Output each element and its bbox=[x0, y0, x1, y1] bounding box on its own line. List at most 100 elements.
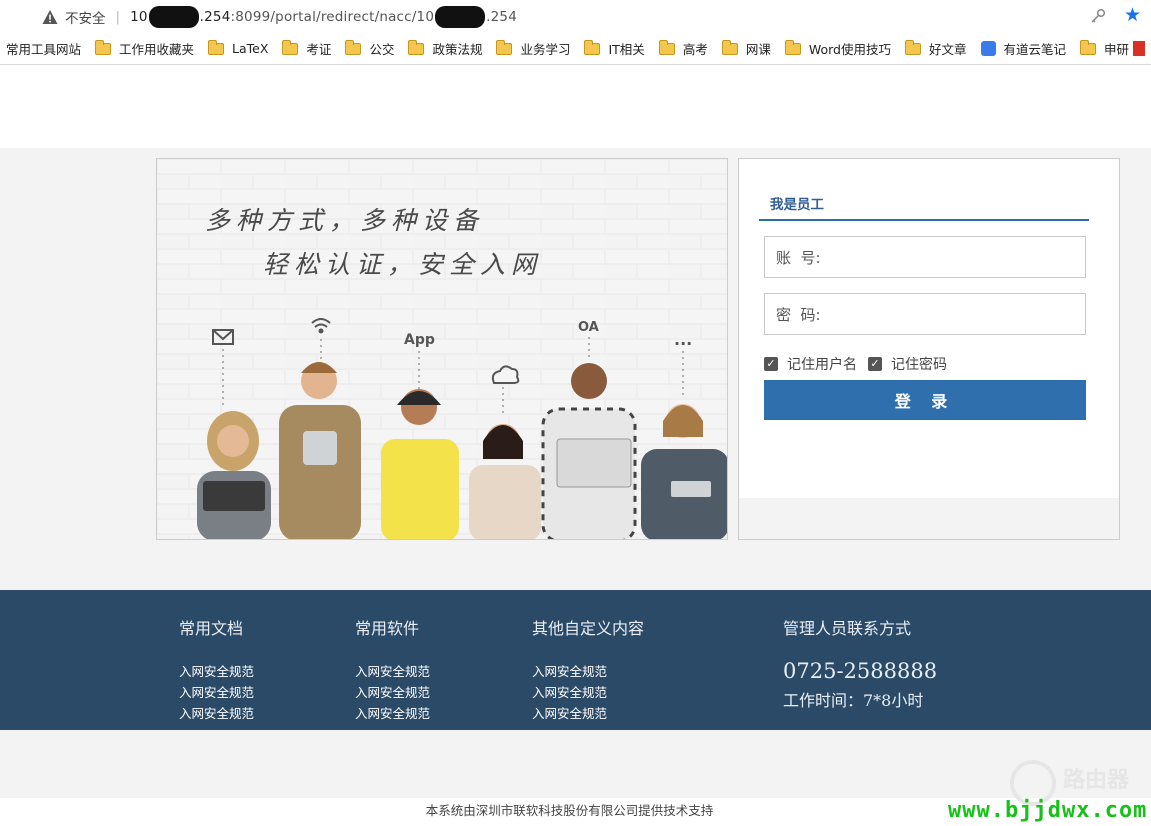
watermark-text: 路由器 bbox=[1063, 768, 1130, 793]
bookmark-item[interactable]: 工作用收藏夹 bbox=[95, 39, 194, 58]
bookmark-label: 公交 bbox=[369, 42, 395, 57]
bookmark-item[interactable]: 申研 bbox=[1080, 39, 1146, 58]
password-input[interactable] bbox=[820, 294, 1085, 334]
credit-text: 本系统由深圳市联软科技股份有限公司提供技术支持 bbox=[425, 803, 714, 818]
bookmark-item[interactable]: Word使用技巧 bbox=[784, 39, 891, 58]
password-label: 密 码: bbox=[776, 305, 821, 324]
folder-icon bbox=[904, 39, 921, 55]
footer-column-docs: 常用文档 入网安全规范 入网安全规范 入网安全规范 bbox=[179, 615, 254, 724]
url-path: :8099/portal/redirect/nacc/10 bbox=[230, 8, 435, 25]
bookmark-label: IT相关 bbox=[608, 42, 645, 57]
bookmark-item[interactable]: 业务学习 bbox=[496, 39, 570, 58]
bookmark-item[interactable]: 好文章 bbox=[904, 39, 967, 58]
footer-column-title: 常用文档 bbox=[179, 619, 244, 638]
remember-options: ✓ 记住用户名 ✓ 记住密码 bbox=[764, 354, 958, 374]
youdao-icon bbox=[980, 41, 996, 56]
lower-band bbox=[0, 730, 1151, 798]
address-separator: | bbox=[115, 8, 121, 25]
redaction-mark bbox=[435, 5, 486, 28]
hero-slogan-line2: 轻松认证，安全入网 bbox=[263, 250, 543, 279]
bookmark-star-icon[interactable]: ★ bbox=[1124, 6, 1141, 25]
footer-link[interactable]: 入网安全规范 bbox=[355, 703, 430, 724]
overflow-bookmark-icon[interactable] bbox=[1133, 41, 1146, 56]
footer-link[interactable]: 入网安全规范 bbox=[179, 661, 254, 682]
bookmark-item[interactable]: 网课 bbox=[721, 39, 771, 58]
bookmark-item[interactable]: LaTeX bbox=[208, 39, 269, 56]
remember-username-label[interactable]: 记住用户名 bbox=[787, 354, 857, 374]
footer-link[interactable]: 入网安全规范 bbox=[355, 682, 430, 703]
url-suffix: .254 bbox=[486, 8, 517, 25]
url-prefix: 10 bbox=[130, 8, 148, 25]
more-icon: ··· bbox=[674, 334, 692, 353]
username-field[interactable]: 账 号: bbox=[764, 236, 1086, 278]
login-button[interactable]: 登 录 bbox=[764, 380, 1086, 420]
bookmark-item[interactable]: 有道云笔记 bbox=[980, 39, 1067, 58]
bookmark-label: 网课 bbox=[745, 42, 771, 57]
bookmark-label: 政策法规 bbox=[432, 42, 483, 57]
footer-column-custom: 其他自定义内容 入网安全规范 入网安全规范 入网安全规范 bbox=[532, 615, 644, 724]
address-bar[interactable]: 不安全 | 10.254:8099/portal/redirect/nacc/1… bbox=[0, 0, 1151, 33]
remember-password-label[interactable]: 记住密码 bbox=[891, 354, 947, 374]
login-panel: 我是员工 账 号: 密 码: ✓ 记住用户名 ✓ 记住密码 登 录 bbox=[738, 158, 1120, 540]
bookmark-label: 业务学习 bbox=[520, 42, 571, 57]
folder-icon bbox=[584, 39, 601, 55]
folder-icon bbox=[345, 39, 362, 55]
folder-icon bbox=[784, 39, 801, 55]
bookmark-item[interactable]: 高考 bbox=[658, 39, 708, 58]
footer-link[interactable]: 入网安全规范 bbox=[532, 703, 644, 724]
remember-username-checkbox[interactable]: ✓ bbox=[764, 357, 778, 371]
footer-link[interactable]: 入网安全规范 bbox=[532, 661, 644, 682]
username-input[interactable] bbox=[820, 237, 1085, 277]
hero-slogan-line1: 多种方式，多种设备 bbox=[205, 206, 485, 235]
folder-icon bbox=[95, 39, 112, 55]
watermark-url: www.bjjdwx.com bbox=[948, 798, 1148, 823]
folder-icon bbox=[658, 39, 675, 55]
bookmark-item[interactable]: IT相关 bbox=[584, 39, 645, 58]
bookmark-label: 好文章 bbox=[928, 42, 967, 57]
folder-icon bbox=[721, 39, 738, 55]
hero-image: App OA ··· 多种方式，多种设备 轻松认证，安全入网 bbox=[156, 158, 728, 540]
folder-icon bbox=[208, 39, 225, 55]
bookmark-item[interactable]: 常用工具网站 bbox=[6, 39, 81, 58]
bookmarks-bar: 常用工具网站 工作用收藏夹 LaTeX 考证 公交 政策法规 业务学习 IT相关… bbox=[0, 33, 1151, 65]
folder-icon bbox=[408, 39, 425, 55]
footer-column-title: 其他自定义内容 bbox=[532, 619, 645, 638]
bookmark-label: 考证 bbox=[306, 42, 332, 57]
tab-employee[interactable]: 我是员工 bbox=[759, 185, 1089, 221]
url-text[interactable]: 10.254:8099/portal/redirect/nacc/10.254 bbox=[130, 5, 517, 28]
warning-icon bbox=[42, 9, 58, 24]
username-label: 账 号: bbox=[776, 248, 821, 267]
bookmark-item[interactable]: 考证 bbox=[282, 39, 331, 58]
footer-column-title: 管理人员联系方式 bbox=[783, 619, 912, 638]
footer-column-software: 常用软件 入网安全规范 入网安全规范 入网安全规范 bbox=[355, 615, 430, 724]
panel-footer bbox=[739, 498, 1119, 539]
key-icon[interactable] bbox=[1090, 8, 1106, 24]
footer-link[interactable]: 入网安全规范 bbox=[355, 661, 430, 682]
folder-icon bbox=[282, 39, 299, 55]
footer-link[interactable]: 入网安全规范 bbox=[179, 682, 254, 703]
folder-icon bbox=[496, 39, 513, 55]
footer-contact: 管理人员联系方式 0725-2588888 工作时间：7*8小时 bbox=[783, 615, 937, 711]
oa-icon: OA bbox=[578, 320, 599, 335]
url-mid: .254 bbox=[199, 8, 231, 25]
redaction-mark bbox=[148, 5, 199, 28]
footer-column-title: 常用软件 bbox=[355, 619, 420, 638]
footer-link[interactable]: 入网安全规范 bbox=[532, 682, 644, 703]
site-footer: 常用文档 入网安全规范 入网安全规范 入网安全规范 常用软件 入网安全规范 入网… bbox=[0, 590, 1151, 730]
remember-password-checkbox[interactable]: ✓ bbox=[868, 357, 882, 371]
bookmark-label: 申研 bbox=[1104, 42, 1130, 57]
bookmark-label: 常用工具网站 bbox=[6, 42, 82, 57]
bookmark-item[interactable]: 政策法规 bbox=[408, 39, 482, 58]
bookmark-label: Word使用技巧 bbox=[808, 42, 891, 57]
insecure-label: 不安全 bbox=[65, 10, 106, 27]
bookmark-label: 有道云笔记 bbox=[1003, 42, 1067, 57]
contact-hours: 工作时间：7*8小时 bbox=[783, 691, 924, 710]
bookmark-item[interactable]: 公交 bbox=[345, 39, 394, 58]
app-icon: App bbox=[404, 332, 435, 348]
password-field[interactable]: 密 码: bbox=[764, 293, 1086, 335]
bookmark-label: 高考 bbox=[682, 42, 708, 57]
bookmark-label: LaTeX bbox=[232, 41, 269, 56]
footer-link[interactable]: 入网安全规范 bbox=[179, 703, 254, 724]
folder-icon bbox=[1080, 39, 1097, 55]
bookmark-label: 工作用收藏夹 bbox=[119, 42, 195, 57]
